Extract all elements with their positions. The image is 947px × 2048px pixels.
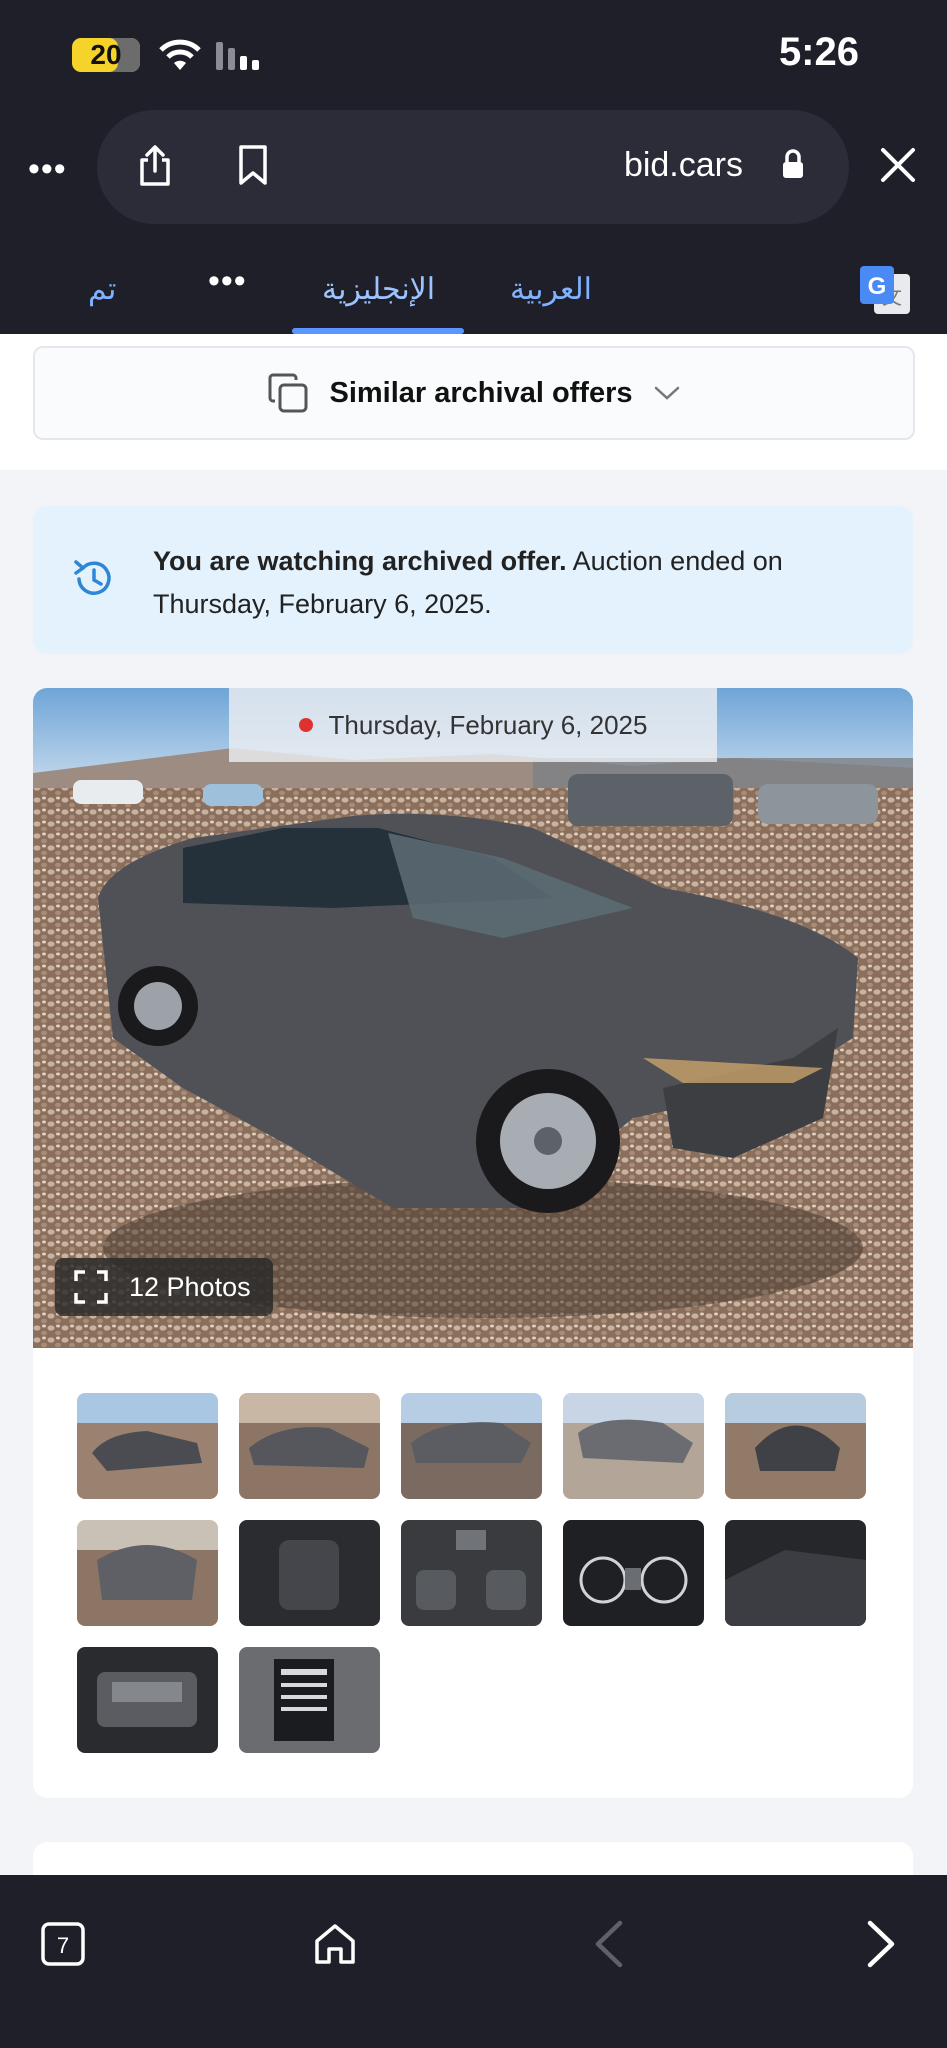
similar-label: Similar archival offers (329, 376, 633, 409)
google-translate-icon[interactable]: 文 G (858, 264, 912, 316)
bookmark-icon[interactable] (237, 144, 269, 186)
thumbnail-grid (77, 1393, 877, 1753)
thumbnail-dashboard-center[interactable] (401, 1520, 542, 1626)
browser-bottom-bar: 7 (0, 1875, 947, 2048)
battery-indicator: 20 (72, 38, 140, 72)
thumbnail-left-side-view[interactable] (239, 1393, 380, 1499)
thumbnail-engine-bay[interactable] (77, 1647, 218, 1753)
close-icon[interactable] (879, 146, 917, 184)
similar-section: Similar archival offers (0, 334, 947, 470)
auction-date: Thursday, February 6, 2025 (328, 709, 648, 740)
archived-bold: You are watching archived offer. (153, 546, 567, 576)
tab-count: 7 (57, 1933, 69, 1958)
thumbnail-door-label[interactable] (239, 1647, 380, 1753)
thumbnail-driver-interior[interactable] (239, 1520, 380, 1626)
main-vehicle-photo[interactable] (33, 688, 913, 1348)
status-dot (298, 718, 313, 732)
url-text[interactable]: bid.cars (624, 146, 743, 185)
status-bar: 20 5:26 (0, 0, 947, 110)
forward-icon[interactable] (864, 1919, 898, 1969)
thumbnail-instrument-cluster[interactable] (563, 1520, 704, 1626)
photos-count-button[interactable]: 12 Photos (55, 1258, 273, 1316)
translate-done-button[interactable]: تم (88, 272, 116, 307)
fullscreen-icon (74, 1270, 108, 1304)
svg-text:G: G (868, 273, 887, 300)
more-options-icon[interactable]: ••• (28, 150, 67, 189)
archived-message: You are watching archived offer. Auction… (153, 540, 873, 626)
thumbnail-rear-interior[interactable] (725, 1520, 866, 1626)
tab-english[interactable]: الإنجليزية (322, 272, 435, 307)
thumbnail-front-left-view[interactable] (77, 1393, 218, 1499)
auction-date-badge: Thursday, February 6, 2025 (229, 688, 717, 762)
home-icon[interactable] (312, 1921, 358, 1967)
gallery-card: Thursday, February 6, 2025 12 Photos (33, 688, 913, 1798)
thumbnail-rear-view[interactable] (77, 1520, 218, 1626)
copy-icon (268, 373, 308, 413)
lock-icon (783, 149, 803, 178)
history-icon (74, 560, 111, 595)
back-icon[interactable] (592, 1919, 626, 1969)
tabs-icon[interactable]: 7 (40, 1921, 86, 1967)
translate-more-icon[interactable]: ••• (208, 262, 247, 301)
wifi-icon (159, 39, 201, 70)
translate-bar: تم ••• الإنجليزية العربية 文 G (0, 234, 947, 334)
archived-notice: You are watching archived offer. Auction… (33, 506, 913, 654)
thumbnail-front-view[interactable] (725, 1393, 866, 1499)
photos-count-label: 12 Photos (129, 1271, 251, 1302)
clock: 5:26 (778, 30, 859, 74)
share-icon[interactable] (137, 144, 173, 188)
tab-arabic[interactable]: العربية (510, 272, 592, 307)
similar-archival-offers-button[interactable]: Similar archival offers (33, 346, 915, 440)
address-bar[interactable]: bid.cars (97, 110, 849, 224)
browser-toolbar: ••• bid.cars (0, 110, 947, 234)
signal-icon (216, 42, 259, 70)
thumbnail-right-side-view[interactable] (563, 1393, 704, 1499)
chevron-down-icon (654, 386, 679, 400)
battery-level: 20 (72, 38, 140, 72)
thumbnail-rear-left-view[interactable] (401, 1393, 542, 1499)
